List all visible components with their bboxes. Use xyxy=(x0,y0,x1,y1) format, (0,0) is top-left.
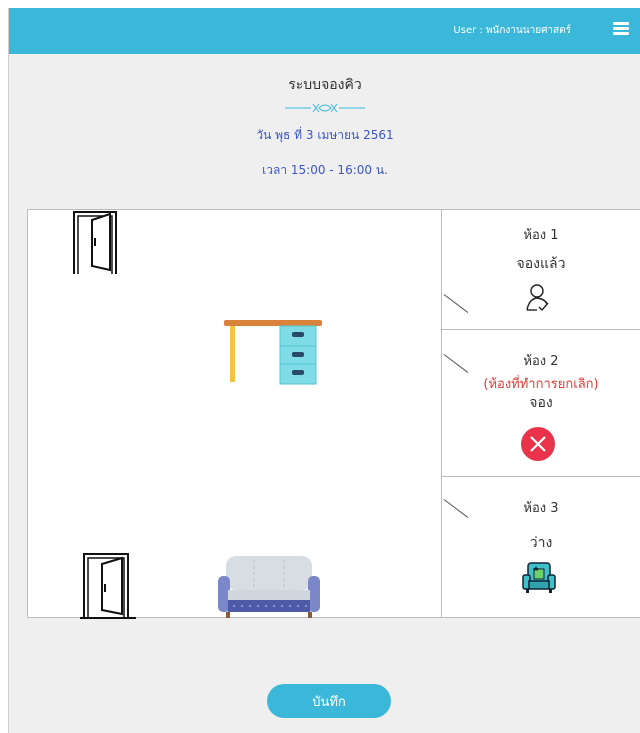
door-bottom-icon xyxy=(80,553,136,619)
room-2-name: ห้อง 2 xyxy=(523,354,559,369)
page-title: ระบบจองคิว xyxy=(288,77,362,93)
room-card-2[interactable]: ห้อง 2 (ห้องที่ทำการยกเลิก) จอง xyxy=(442,330,640,477)
room-3-status: ว่าง xyxy=(529,535,553,551)
app-frame: User : พนักงานนายศาสตร์ ระบบจองคิว วัน พ… xyxy=(8,8,640,733)
floor-plan xyxy=(28,210,441,619)
save-button[interactable]: บันทึก xyxy=(267,684,391,718)
room-card-3[interactable]: ห้อง 3 ว่าง xyxy=(442,477,640,617)
door-top-icon xyxy=(73,211,117,274)
room-1-status: จองแล้ว xyxy=(516,256,566,272)
booking-time: เวลา 15:00 - 16:00 น. xyxy=(262,163,388,177)
top-bar: User : พนักงานนายศาสตร์ xyxy=(9,8,640,54)
person-check-icon xyxy=(526,284,549,312)
desk-icon xyxy=(224,320,322,385)
sofa-icon xyxy=(218,556,320,618)
room-card-1[interactable]: ห้อง 1 จองแล้ว xyxy=(442,210,640,330)
room-2-status: จอง xyxy=(529,395,553,411)
room-list: ห้อง 1 จองแล้ว ห้อง 2 (ห้องที่ทำการยกเลิ… xyxy=(441,210,640,617)
booking-date: วัน พุธ ที่ 3 เมษายน 2561 xyxy=(256,128,394,142)
user-label: User : พนักงานนายศาสตร์ xyxy=(453,25,571,36)
room-3-name: ห้อง 3 xyxy=(523,501,559,516)
floor-plan-panel: ห้อง 1 จองแล้ว ห้อง 2 (ห้องที่ทำการยกเลิ… xyxy=(27,209,640,619)
room-1-name: ห้อง 1 xyxy=(523,228,559,243)
cancel-x-icon xyxy=(521,427,555,461)
booking-header: ระบบจองคิว วัน พุธ ที่ 3 เมษายน 2561 เวล… xyxy=(9,68,640,180)
room-2-cancel-note: (ห้องที่ทำการยกเลิก) xyxy=(483,377,599,392)
ornament-divider-icon xyxy=(285,100,365,114)
armchair-icon xyxy=(522,562,556,593)
hamburger-menu-icon[interactable] xyxy=(613,22,629,36)
